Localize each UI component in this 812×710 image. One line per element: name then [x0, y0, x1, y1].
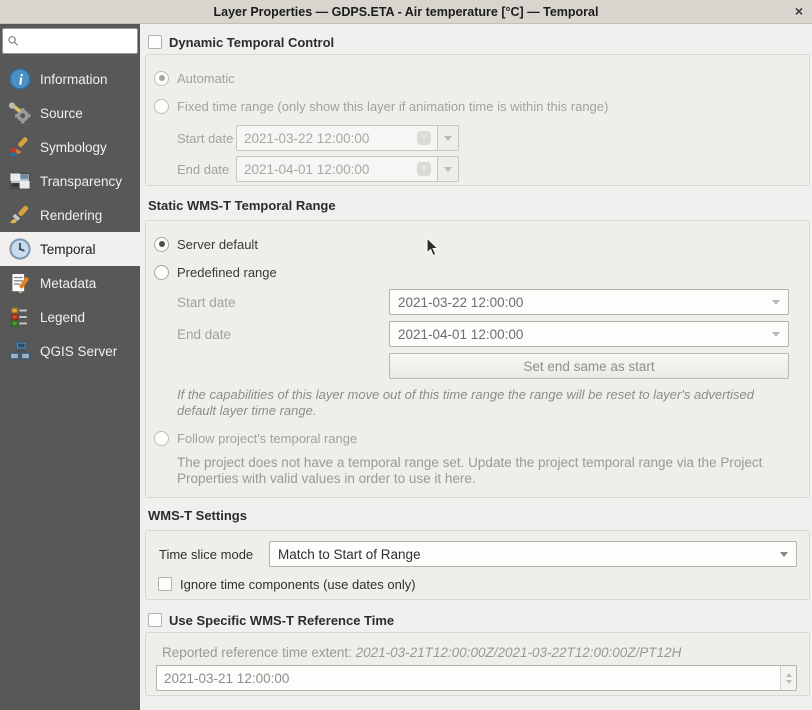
sidebar-item-source[interactable]: Source — [0, 96, 140, 130]
temporal-icon — [9, 238, 31, 260]
sidebar-item-label: Metadata — [40, 276, 96, 291]
predefined-range-radio-row[interactable]: Predefined range — [154, 261, 801, 283]
server-default-radio[interactable] — [154, 237, 169, 252]
sidebar-item-legend[interactable]: Legend — [0, 300, 140, 334]
sidebar-item-label: Source — [40, 106, 83, 121]
temporal-panel: Dynamic Temporal Control Automatic Fixed… — [140, 24, 812, 710]
qgis-server-icon — [9, 340, 31, 362]
mouse-cursor — [426, 237, 440, 258]
symbology-icon — [9, 136, 31, 158]
info-icon: i — [9, 68, 31, 90]
static-start-date-combo[interactable]: 2021-03-22 12:00:00 — [389, 289, 789, 315]
time-slice-mode-combo[interactable]: Match to Start of Range — [269, 541, 797, 567]
dtc-start-date-input[interactable]: 2021-03-22 12:00:00 × — [236, 125, 459, 151]
sidebar-item-label: QGIS Server — [40, 344, 117, 359]
sidebar-item-temporal[interactable]: Temporal — [0, 232, 140, 266]
set-end-row: Set end same as start — [177, 353, 789, 379]
follow-project-radio-row[interactable]: Follow project's temporal range — [154, 427, 801, 449]
chevron-down-icon — [772, 332, 780, 337]
dtc-end-date-input[interactable]: 2021-04-01 12:00:00 × — [236, 156, 459, 182]
server-default-label: Server default — [177, 237, 258, 252]
dynamic-temporal-checkbox[interactable] — [148, 35, 162, 49]
sidebar-item-information[interactable]: i Information — [0, 62, 140, 96]
automatic-radio-row[interactable]: Automatic — [154, 67, 801, 89]
search-icon — [7, 34, 20, 48]
dynamic-temporal-title: Dynamic Temporal Control — [169, 35, 334, 50]
sidebar-item-label: Rendering — [40, 208, 102, 223]
dynamic-temporal-group: Automatic Fixed time range (only show th… — [145, 54, 810, 186]
source-icon — [9, 102, 31, 124]
chevron-down-icon — [780, 552, 788, 557]
capabilities-note: If the capabilities of this layer move o… — [177, 387, 781, 419]
static-end-date-row: End date 2021-04-01 12:00:00 — [177, 321, 789, 347]
wmst-settings-group: Time slice mode Match to Start of Range … — [145, 530, 810, 600]
static-end-date-label: End date — [177, 327, 389, 342]
time-slice-row: Time slice mode Match to Start of Range — [159, 541, 797, 567]
title-bar: Layer Properties — GDPS.ETA - Air temper… — [0, 0, 812, 24]
chevron-down-icon — [772, 300, 780, 305]
clear-icon[interactable]: × — [417, 162, 431, 176]
sidebar-item-rendering[interactable]: Rendering — [0, 198, 140, 232]
sidebar-item-qgis-server[interactable]: QGIS Server — [0, 334, 140, 368]
predefined-range-radio[interactable] — [154, 265, 169, 280]
fixed-range-radio-row[interactable]: Fixed time range (only show this layer i… — [154, 95, 801, 117]
reference-time-heading: Use Specific WMS-T Reference Time — [145, 610, 810, 630]
follow-project-radio[interactable] — [154, 431, 169, 446]
sidebar-search[interactable] — [2, 28, 138, 54]
rendering-icon — [9, 204, 31, 226]
dynamic-temporal-heading: Dynamic Temporal Control — [145, 32, 810, 52]
reference-time-spinbox[interactable]: 2021-03-21 12:00:00 — [156, 665, 797, 691]
static-end-date-combo[interactable]: 2021-04-01 12:00:00 — [389, 321, 789, 347]
sidebar-item-label: Temporal — [40, 242, 96, 257]
sidebar-item-label: Transparency — [40, 174, 122, 189]
reference-extent-text: Reported reference time extent: 2021-03-… — [162, 645, 801, 660]
spin-down-icon — [786, 680, 792, 684]
fixed-range-radio[interactable] — [154, 99, 169, 114]
calendar-dropdown-button[interactable] — [437, 126, 458, 150]
reference-time-checkbox[interactable] — [148, 613, 162, 627]
ignore-time-row[interactable]: Ignore time components (use dates only) — [158, 573, 801, 595]
window-title: Layer Properties — GDPS.ETA - Air temper… — [214, 5, 599, 19]
dtc-end-date-row: End date 2021-04-01 12:00:00 × — [177, 156, 801, 182]
close-icon[interactable]: × — [795, 3, 803, 19]
fixed-range-label: Fixed time range (only show this layer i… — [177, 99, 608, 114]
properties-sidebar: i Information Source — [0, 24, 140, 710]
metadata-icon — [9, 272, 31, 294]
clear-icon[interactable]: × — [417, 131, 431, 145]
set-end-same-as-start-button[interactable]: Set end same as start — [389, 353, 789, 379]
static-start-date-row: Start date 2021-03-22 12:00:00 — [177, 289, 789, 315]
follow-project-label: Follow project's temporal range — [177, 431, 357, 446]
sidebar-item-label: Symbology — [40, 140, 107, 155]
ignore-time-checkbox[interactable] — [158, 577, 172, 591]
wmst-settings-title: WMS-T Settings — [145, 508, 810, 526]
sidebar-item-metadata[interactable]: Metadata — [0, 266, 140, 300]
spin-up-icon — [786, 673, 792, 677]
ignore-time-label: Ignore time components (use dates only) — [180, 577, 416, 592]
static-range-title: Static WMS-T Temporal Range — [145, 198, 810, 216]
sidebar-item-label: Legend — [40, 310, 85, 325]
spinner-buttons[interactable] — [780, 666, 796, 690]
static-range-group: Server default Predefined range Start da… — [145, 220, 810, 498]
search-input[interactable] — [20, 34, 133, 48]
automatic-label: Automatic — [177, 71, 235, 86]
project-range-note: The project does not have a temporal ran… — [177, 455, 781, 487]
chevron-down-icon — [444, 136, 452, 141]
reference-time-title: Use Specific WMS-T Reference Time — [169, 613, 394, 628]
automatic-radio[interactable] — [154, 71, 169, 86]
chevron-down-icon — [444, 167, 452, 172]
sidebar-item-transparency[interactable]: Transparency — [0, 164, 140, 198]
transparency-icon — [9, 170, 31, 192]
sidebar-item-symbology[interactable]: Symbology — [0, 130, 140, 164]
dtc-start-date-row: Start date 2021-03-22 12:00:00 × — [177, 125, 801, 151]
dtc-start-date-label: Start date — [177, 131, 236, 146]
static-start-date-label: Start date — [177, 295, 389, 310]
server-default-radio-row[interactable]: Server default — [154, 233, 801, 255]
dtc-end-date-label: End date — [177, 162, 236, 177]
predefined-range-label: Predefined range — [177, 265, 277, 280]
reference-time-group: Reported reference time extent: 2021-03-… — [145, 632, 810, 696]
legend-icon — [9, 306, 31, 328]
time-slice-label: Time slice mode — [159, 547, 269, 562]
calendar-dropdown-button[interactable] — [437, 157, 458, 181]
sidebar-item-label: Information — [40, 72, 108, 87]
